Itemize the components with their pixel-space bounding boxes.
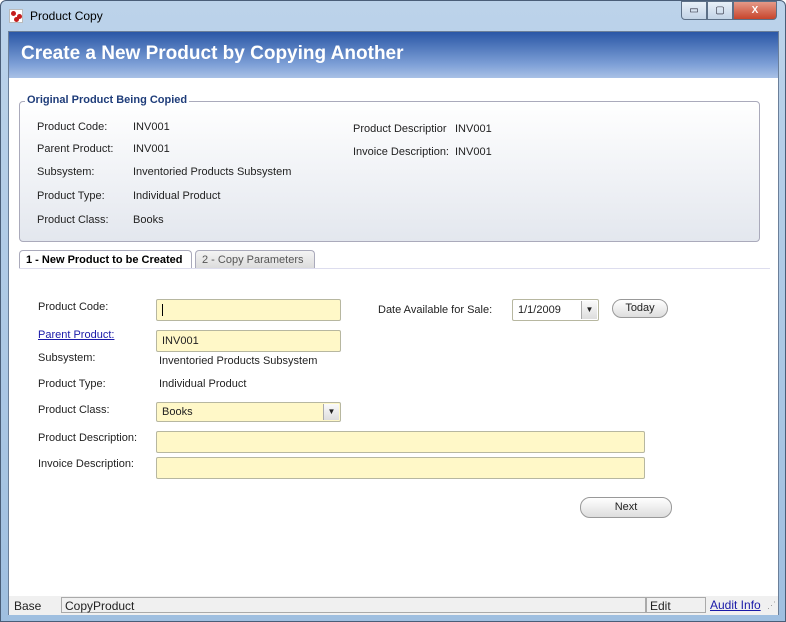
product-description-label: Product Description:	[38, 432, 138, 444]
orig-parent-label: Parent Product:	[37, 143, 114, 155]
product-type-value: Individual Product	[159, 378, 247, 390]
subsystem-label: Subsystem:	[38, 352, 96, 364]
chevron-down-icon[interactable]: ▼	[581, 301, 597, 319]
client-area: Create a New Product by Copying Another …	[8, 31, 779, 615]
maximize-button[interactable]: ▢	[707, 1, 733, 20]
subsystem-value: Inventoried Products Subsystem	[159, 355, 318, 367]
orig-type-label: Product Type:	[37, 190, 105, 202]
orig-subsystem-label: Subsystem:	[37, 166, 95, 178]
invoice-description-input[interactable]	[156, 457, 645, 479]
orig-class-label: Product Class:	[37, 214, 109, 226]
date-available-picker[interactable]: 1/1/2009 ▼	[512, 299, 599, 321]
product-type-label: Product Type:	[38, 378, 106, 390]
header-banner: Create a New Product by Copying Another	[9, 32, 778, 78]
orig-desc-label: Product Descriptior	[353, 123, 447, 135]
status-mode: Edit	[646, 597, 706, 613]
status-bar: Base CopyProduct Edit Audit Info ⋰	[9, 596, 778, 615]
resize-grip-icon[interactable]: ⋰	[767, 600, 776, 611]
orig-code-value: INV001	[133, 121, 170, 133]
tab-copy-parameters[interactable]: 2 - Copy Parameters	[195, 250, 315, 268]
orig-invoice-value: INV001	[455, 146, 492, 158]
audit-info-link[interactable]: Audit Info	[710, 598, 761, 612]
product-code-input[interactable]	[156, 299, 341, 321]
group-legend: Original Product Being Copied	[25, 94, 190, 106]
parent-product-link[interactable]: Parent Product:	[38, 329, 114, 341]
date-available-label: Date Available for Sale:	[378, 304, 493, 316]
app-icon	[9, 9, 23, 23]
window-title: Product Copy	[30, 9, 103, 23]
product-code-label: Product Code:	[38, 301, 109, 313]
invoice-description-label: Invoice Description:	[38, 458, 134, 470]
page-title: Create a New Product by Copying Another	[21, 43, 404, 64]
minimize-button[interactable]: ▭	[681, 1, 707, 20]
product-description-input[interactable]	[156, 431, 645, 453]
orig-parent-value: INV001	[133, 143, 170, 155]
orig-class-value: Books	[133, 214, 164, 226]
tab-new-product[interactable]: 1 - New Product to be Created	[19, 250, 192, 268]
title-bar: Product Copy ▭ ▢ X	[1, 1, 785, 31]
text-cursor	[162, 304, 163, 316]
orig-type-value: Individual Product	[133, 190, 221, 202]
status-screen-name: CopyProduct	[61, 597, 646, 613]
product-class-label: Product Class:	[38, 404, 110, 416]
parent-product-input[interactable]: INV001	[156, 330, 341, 352]
orig-code-label: Product Code:	[37, 121, 108, 133]
orig-subsystem-value: Inventoried Products Subsystem	[133, 166, 292, 178]
orig-invoice-label: Invoice Description:	[353, 146, 449, 158]
product-class-select[interactable]: Books ▼	[156, 402, 341, 422]
window: Product Copy ▭ ▢ X Create a New Product …	[0, 0, 786, 622]
today-button[interactable]: Today	[612, 299, 668, 318]
orig-desc-value: INV001	[455, 123, 492, 135]
close-button[interactable]: X	[733, 1, 777, 20]
next-button[interactable]: Next	[580, 497, 672, 518]
chevron-down-icon[interactable]: ▼	[323, 404, 339, 420]
status-base: Base	[14, 599, 42, 613]
